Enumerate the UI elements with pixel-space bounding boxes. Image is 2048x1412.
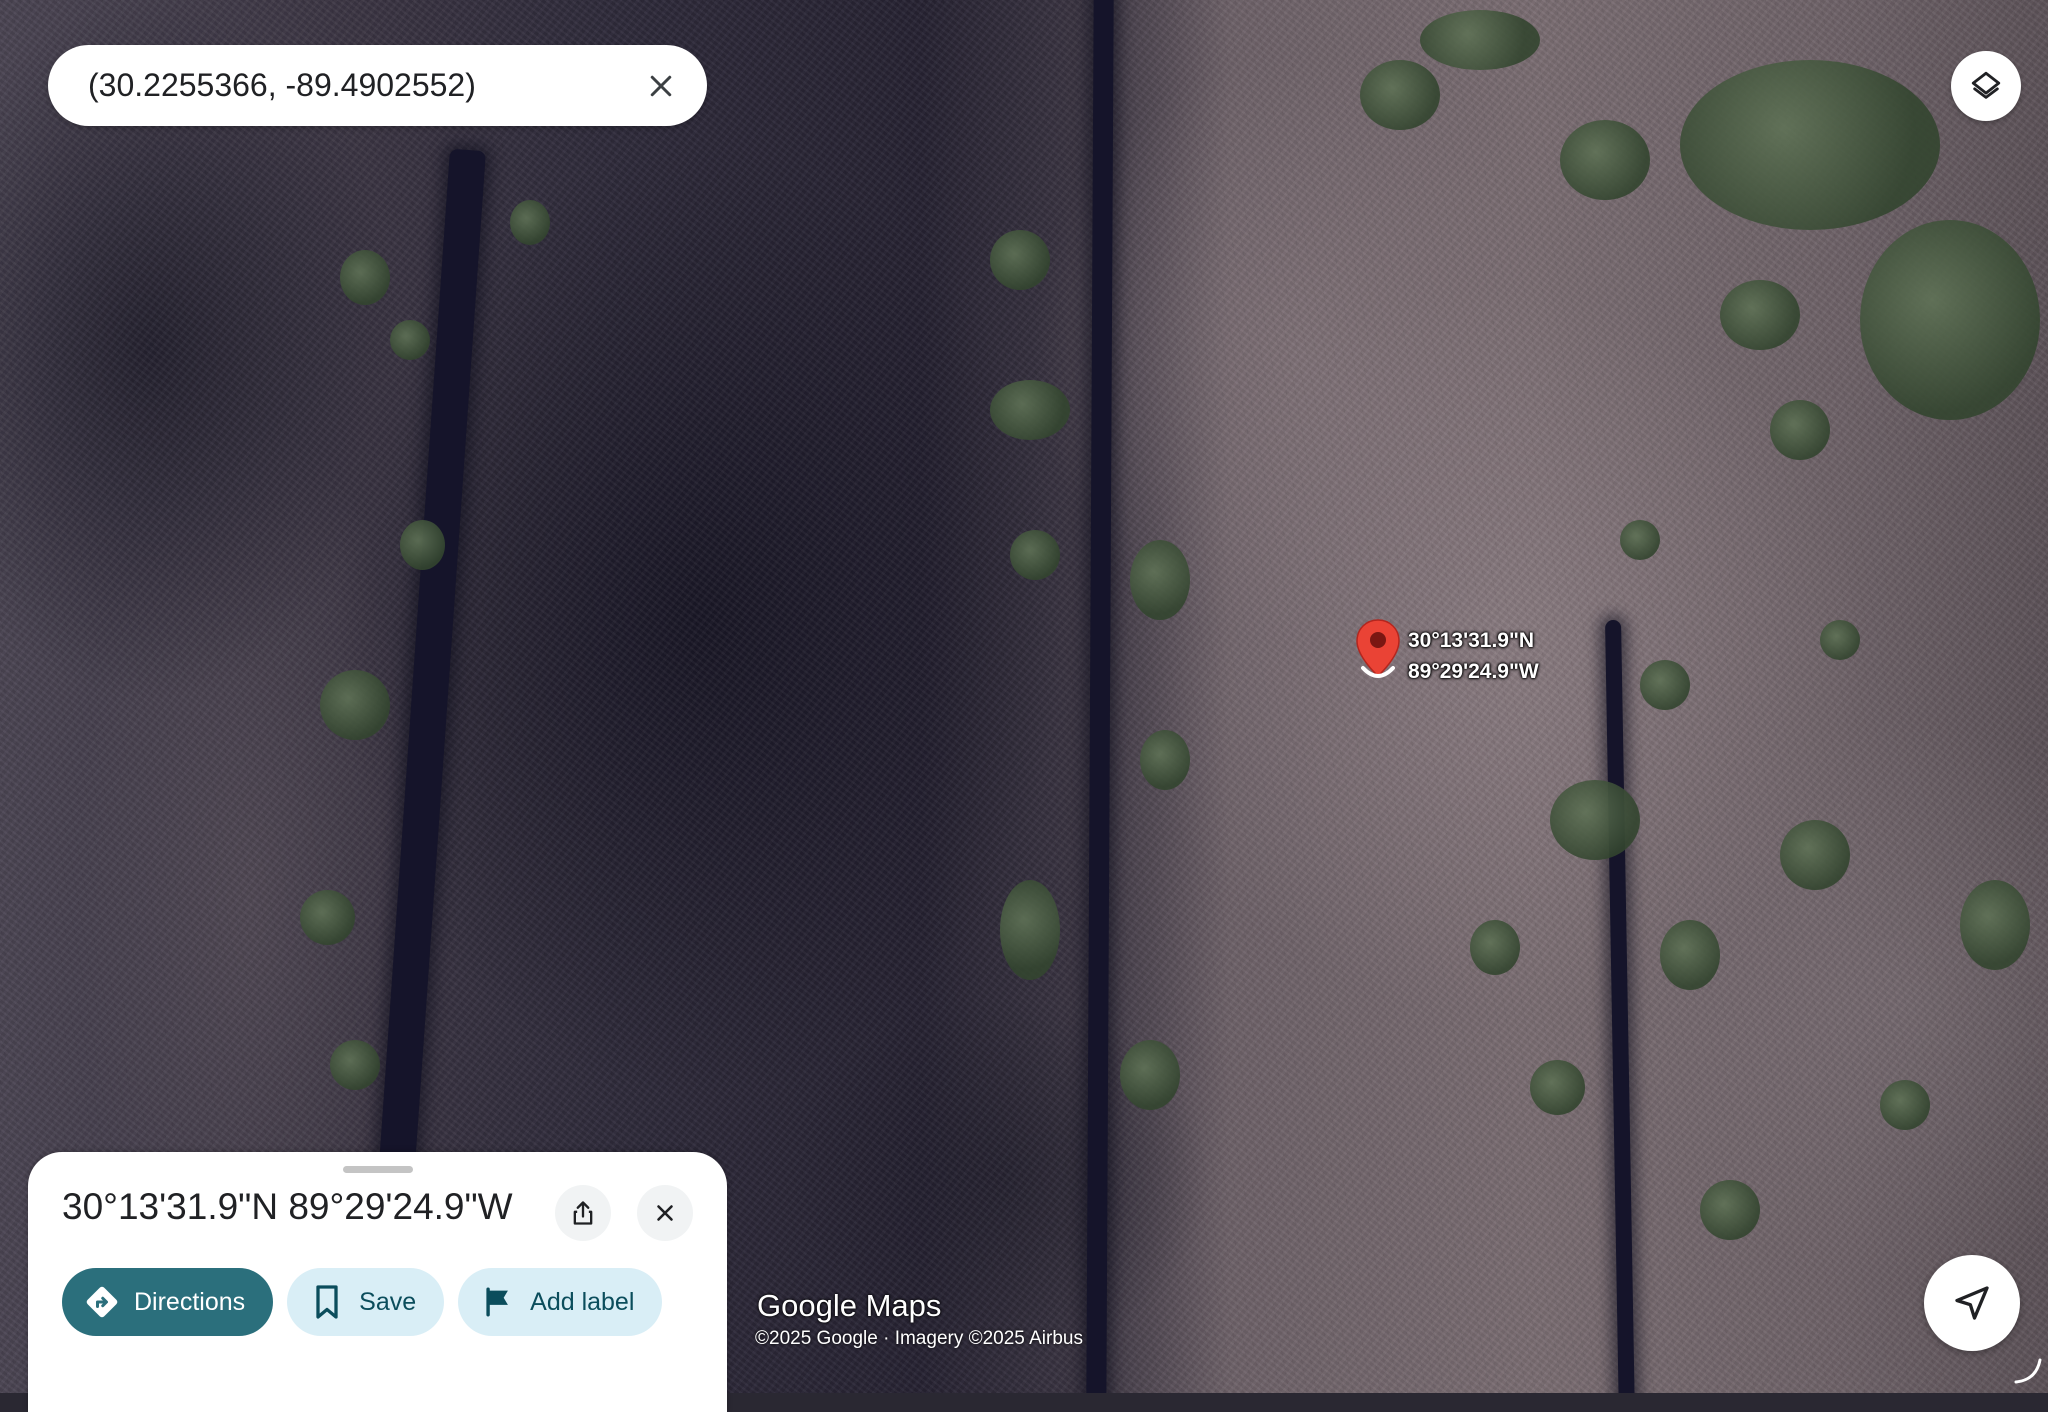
tree-cluster (1530, 1060, 1585, 1115)
tree-cluster (1770, 400, 1830, 460)
search-box (48, 45, 707, 126)
layers-button[interactable] (1951, 51, 2021, 121)
tree-cluster (400, 520, 445, 570)
tree-cluster (1660, 920, 1720, 990)
tree-cluster (390, 320, 430, 360)
add-label-label: Add label (530, 1287, 635, 1316)
tree-cluster (1880, 1080, 1930, 1130)
share-button[interactable] (555, 1185, 611, 1241)
tree-cluster (320, 670, 390, 740)
tree-cluster (510, 200, 550, 245)
bookmark-icon (309, 1284, 345, 1320)
directions-label: Directions (134, 1287, 246, 1316)
my-location-button[interactable] (1924, 1255, 2020, 1351)
save-button[interactable]: Save (287, 1268, 445, 1336)
tree-cluster (990, 230, 1050, 290)
tree-cluster (340, 250, 390, 305)
tree-cluster (330, 1040, 380, 1090)
marker-longitude: 89°29'24.9"W (1408, 660, 1539, 683)
tree-cluster (1640, 660, 1690, 710)
map-attribution: ©2025 Google · Imagery ©2025 Airbus (755, 1328, 1083, 1349)
tree-cluster (1120, 1040, 1180, 1110)
tree-cluster (1550, 780, 1640, 860)
tree-cluster (1140, 730, 1190, 790)
location-pin-icon[interactable] (1354, 618, 1402, 690)
drag-handle[interactable] (343, 1166, 413, 1173)
tree-cluster (1680, 60, 1940, 230)
search-input[interactable] (88, 67, 641, 104)
close-icon (657, 1205, 673, 1221)
directions-button[interactable]: Directions (62, 1268, 274, 1336)
tree-cluster (1860, 220, 2040, 420)
close-sheet-button[interactable] (637, 1185, 693, 1241)
layers-icon (1971, 71, 2001, 99)
save-label: Save (359, 1287, 417, 1316)
place-title: 30°13'31.9"N 89°29'24.9"W (62, 1186, 513, 1227)
add-label-button[interactable]: Add label (458, 1268, 663, 1336)
tree-cluster (1960, 880, 2030, 970)
google-maps-logo: Google Maps (757, 1288, 942, 1323)
tree-cluster (1700, 1180, 1760, 1240)
marker-coordinates-label: 30°13'31.9"N 89°29'24.9"W (1408, 625, 1539, 687)
tree-cluster (1780, 820, 1850, 890)
tree-cluster (300, 890, 355, 945)
tree-cluster (1010, 530, 1060, 580)
clear-search-button[interactable] (641, 66, 681, 106)
resize-handle-icon[interactable] (2010, 1352, 2044, 1386)
navigation-arrow-icon (1955, 1286, 1989, 1320)
tree-cluster (1560, 120, 1650, 200)
tree-cluster (1620, 520, 1660, 560)
tree-cluster (990, 380, 1070, 440)
tree-cluster (1820, 620, 1860, 660)
action-chips: Directions Save Add label (62, 1268, 663, 1336)
tree-cluster (1000, 880, 1060, 980)
tree-cluster (1130, 540, 1190, 620)
close-icon (650, 75, 672, 96)
flag-icon (480, 1284, 516, 1320)
tree-cluster (1470, 920, 1520, 975)
tree-cluster (1360, 60, 1440, 130)
share-icon (573, 1201, 593, 1225)
tree-cluster (1420, 10, 1540, 70)
tree-cluster (1720, 280, 1800, 350)
marker-latitude: 30°13'31.9"N (1408, 629, 1535, 652)
directions-icon (84, 1284, 120, 1320)
